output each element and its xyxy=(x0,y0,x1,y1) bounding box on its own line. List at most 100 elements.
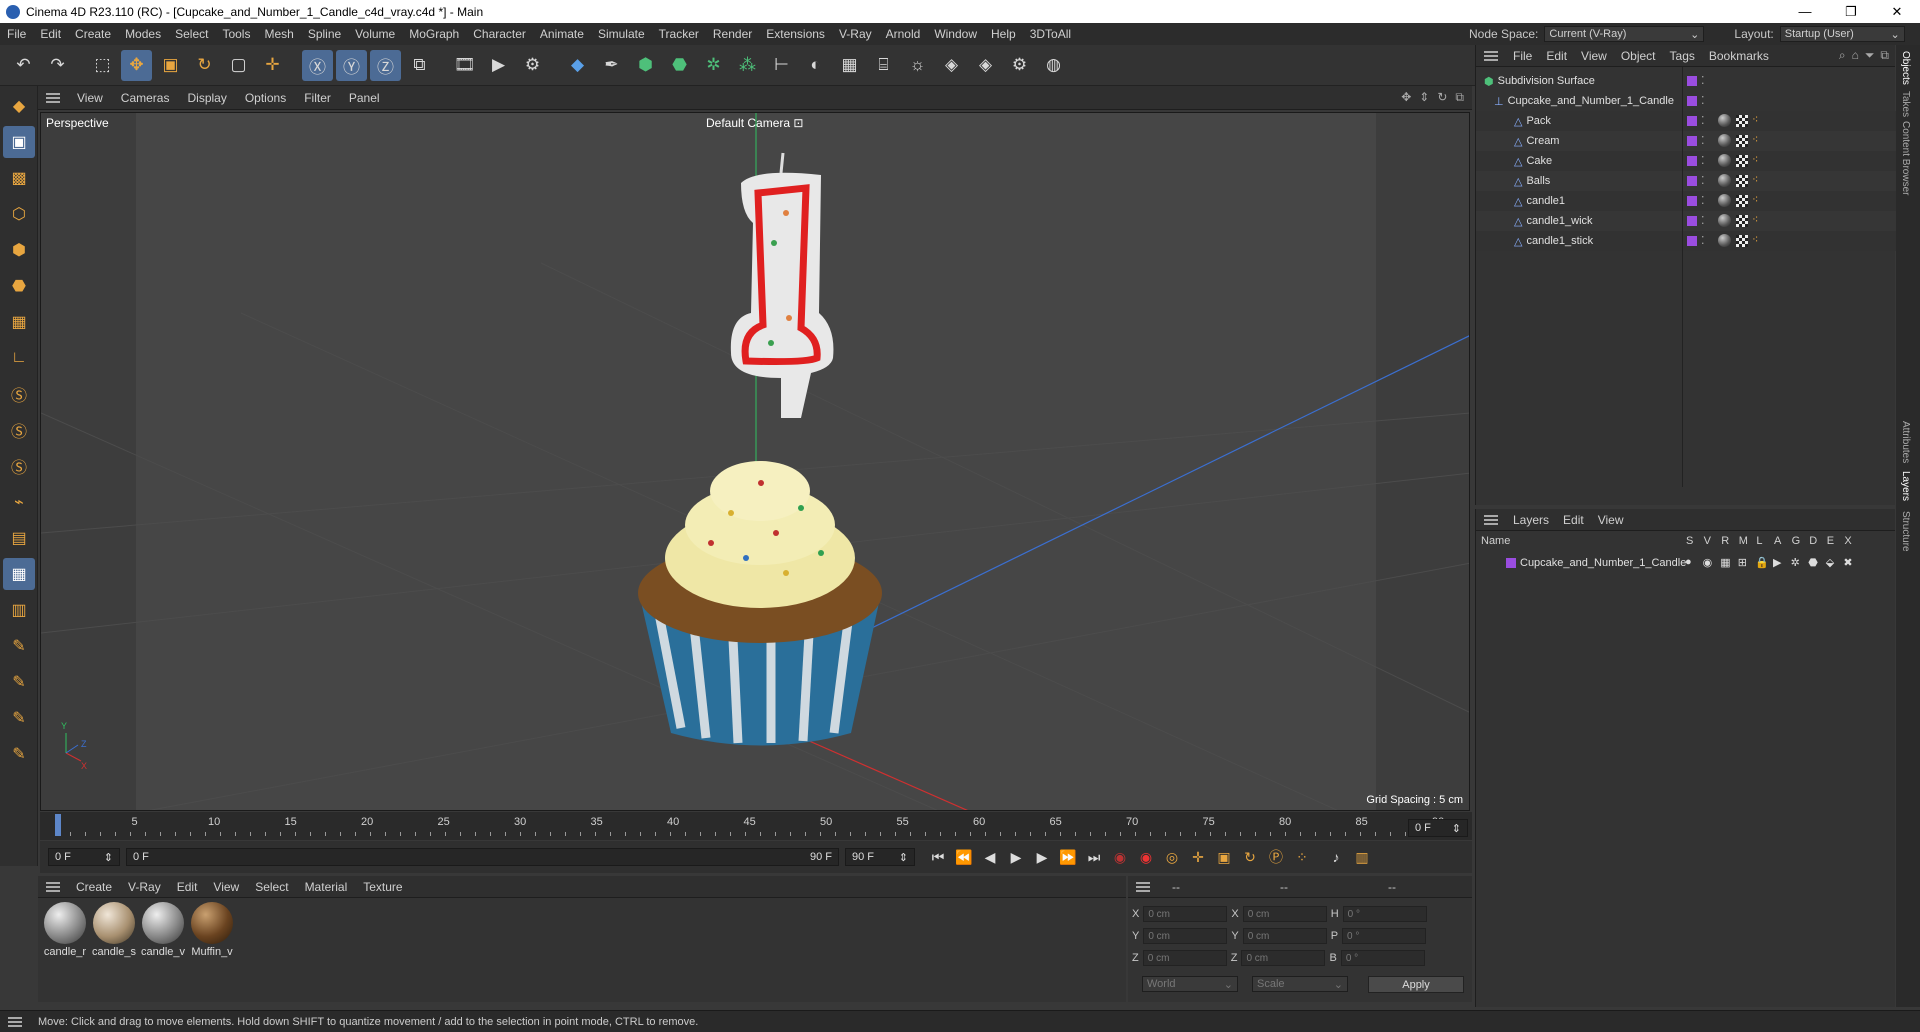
texture-tag-icon[interactable] xyxy=(1736,115,1748,127)
generator-icon[interactable]: ✲ xyxy=(1791,556,1800,569)
menu-edit[interactable]: Edit xyxy=(33,27,68,41)
layer-color-chip[interactable] xyxy=(1687,136,1697,146)
layer-color-chip[interactable] xyxy=(1687,156,1697,166)
camera-label[interactable]: Default Camera ⊡ xyxy=(706,116,803,130)
apply-button[interactable]: Apply xyxy=(1368,976,1464,993)
menu-mograph[interactable]: MoGraph xyxy=(402,27,466,41)
menu-volume[interactable]: Volume xyxy=(348,27,402,41)
menu-character[interactable]: Character xyxy=(466,27,533,41)
smooth-icon[interactable]: ✎ xyxy=(3,738,35,770)
tweak-icon[interactable]: ⌁ xyxy=(3,486,35,518)
viewport-menu-display[interactable]: Display xyxy=(178,91,235,105)
light-icon[interactable]: ☼ xyxy=(902,50,933,81)
menu-create[interactable]: Create xyxy=(68,27,118,41)
material-menu-vray[interactable]: V-Ray xyxy=(120,880,169,894)
viewport-menu-cameras[interactable]: Cameras xyxy=(112,91,179,105)
menu-file[interactable]: File xyxy=(0,27,33,41)
globe-icon[interactable]: ◍ xyxy=(1038,50,1069,81)
viewport-hamburger-icon[interactable] xyxy=(46,92,60,103)
material-tag-icon[interactable] xyxy=(1718,214,1731,227)
filter-icon[interactable]: ⏷ xyxy=(1865,48,1875,63)
play-icon[interactable]: ▶ xyxy=(1003,844,1029,870)
material-tag-icon[interactable] xyxy=(1718,134,1731,147)
pos-y-field[interactable]: 0 cm xyxy=(1143,928,1228,944)
visibility-dots-icon[interactable]: ⁚ xyxy=(1701,194,1705,207)
menu-tracker[interactable]: Tracker xyxy=(652,27,706,41)
subdivision-icon[interactable]: ⬢ xyxy=(630,50,661,81)
grid-icon[interactable]: ▦ xyxy=(3,558,35,590)
key-pla-icon[interactable]: ⁘ xyxy=(1289,844,1315,870)
material-menu-edit[interactable]: Edit xyxy=(169,880,206,894)
timeline-settings-icon[interactable]: ♪ xyxy=(1323,844,1349,870)
undo-icon[interactable]: ↶ xyxy=(8,50,39,81)
object-menu-file[interactable]: File xyxy=(1506,49,1539,63)
layer-color-chip[interactable] xyxy=(1506,558,1516,568)
maximize-button[interactable]: ❐ xyxy=(1828,0,1874,23)
right-tab-layers[interactable]: Layers xyxy=(1900,471,1911,501)
edges-mode-icon[interactable]: ⬢ xyxy=(3,234,35,266)
eye-icon[interactable]: ◉ xyxy=(1703,556,1713,569)
gear-icon[interactable]: ⚙ xyxy=(1004,50,1035,81)
key-rotation-icon[interactable]: ↻ xyxy=(1237,844,1263,870)
snap-icon[interactable]: Ⓢ xyxy=(3,378,35,410)
autokey-icon[interactable]: ◉ xyxy=(1133,844,1159,870)
material-swatch[interactable]: candle_s xyxy=(91,902,137,958)
pan-icon[interactable]: ✥ xyxy=(1401,90,1411,105)
texture-tag-icon[interactable] xyxy=(1736,235,1748,247)
maximize-view-icon[interactable]: ⧉ xyxy=(1455,90,1464,105)
size-mode-select[interactable]: Scale ⌄ xyxy=(1252,976,1348,992)
material-menu-create[interactable]: Create xyxy=(68,880,120,894)
menu-render[interactable]: Render xyxy=(706,27,759,41)
vray-tag-icon[interactable]: ⁖ xyxy=(1752,133,1758,146)
object-row[interactable]: △ candle1_stick ⁚ ⁖ xyxy=(1476,231,1896,251)
key-position-icon[interactable]: ✛ xyxy=(1185,844,1211,870)
node-space-select[interactable]: Current (V-Ray) ⌄ xyxy=(1544,26,1705,42)
render-view-icon[interactable]: ▶ xyxy=(483,50,514,81)
brush-icon[interactable]: ✎ xyxy=(3,702,35,734)
pen-icon[interactable]: ✒ xyxy=(596,50,627,81)
locked-workplane-icon[interactable]: ▥ xyxy=(3,594,35,626)
render-region-icon[interactable]: 🎞 xyxy=(449,50,480,81)
move-icon[interactable]: ✥ xyxy=(121,49,152,81)
workplane-icon[interactable]: ▤ xyxy=(3,522,35,554)
dot-icon[interactable]: ● xyxy=(1685,556,1692,568)
transform-icon[interactable]: ✛ xyxy=(257,50,288,81)
texture-tag-icon[interactable] xyxy=(1736,175,1748,187)
object-menu-bookmarks[interactable]: Bookmarks xyxy=(1702,49,1776,63)
layer-color-chip[interactable] xyxy=(1687,236,1697,246)
vray-tag-icon[interactable]: ⁖ xyxy=(1752,233,1758,246)
prev-frame-icon[interactable]: ◀ xyxy=(977,844,1003,870)
layer-color-chip[interactable] xyxy=(1687,196,1697,206)
coordinate-mode-select[interactable]: World ⌄ xyxy=(1142,976,1238,992)
playhead[interactable] xyxy=(55,814,61,836)
rot-p-field[interactable]: 0 ° xyxy=(1342,928,1427,944)
viewport-menu-panel[interactable]: Panel xyxy=(340,91,389,105)
next-key-icon[interactable]: ⏩ xyxy=(1055,844,1081,870)
right-tab-takes[interactable]: Takes xyxy=(1900,91,1911,117)
deformer-icon[interactable]: ⊢ xyxy=(766,50,797,81)
right-tab-objects[interactable]: Objects xyxy=(1900,51,1911,85)
material-menu-select[interactable]: Select xyxy=(247,880,296,894)
close-button[interactable]: ✕ xyxy=(1874,0,1920,23)
viewport-menu-filter[interactable]: Filter xyxy=(295,91,340,105)
visibility-dots-icon[interactable]: ⁚ xyxy=(1701,174,1705,187)
keyframe-selection-icon[interactable]: ◎ xyxy=(1159,844,1185,870)
menu-animate[interactable]: Animate xyxy=(533,27,591,41)
vray-tag-icon[interactable]: ⁖ xyxy=(1752,113,1758,126)
go-to-end-icon[interactable]: ⏭ xyxy=(1081,844,1107,870)
material-tag-icon[interactable] xyxy=(1718,234,1731,247)
uv-mode-icon[interactable]: ▦ xyxy=(3,306,35,338)
menu-spline[interactable]: Spline xyxy=(301,27,348,41)
texture-tag-icon[interactable] xyxy=(1736,215,1748,227)
search-icon[interactable]: ⌕ xyxy=(1839,48,1846,63)
timeline-window-icon[interactable]: ▥ xyxy=(1349,844,1375,870)
texture-mode-icon[interactable]: ▩ xyxy=(3,162,35,194)
pos-x-field[interactable]: 0 cm xyxy=(1143,906,1228,922)
cube-icon[interactable]: ◆ xyxy=(562,50,593,81)
visibility-dots-icon[interactable]: ⁚ xyxy=(1701,94,1705,107)
y-axis-icon[interactable]: Ⓨ xyxy=(336,49,367,81)
quantize-icon[interactable]: Ⓢ xyxy=(3,450,35,482)
right-tab-structure[interactable]: Structure xyxy=(1900,511,1911,552)
object-hamburger-icon[interactable] xyxy=(1484,50,1498,61)
extrude-icon[interactable]: ⬣ xyxy=(664,50,695,81)
